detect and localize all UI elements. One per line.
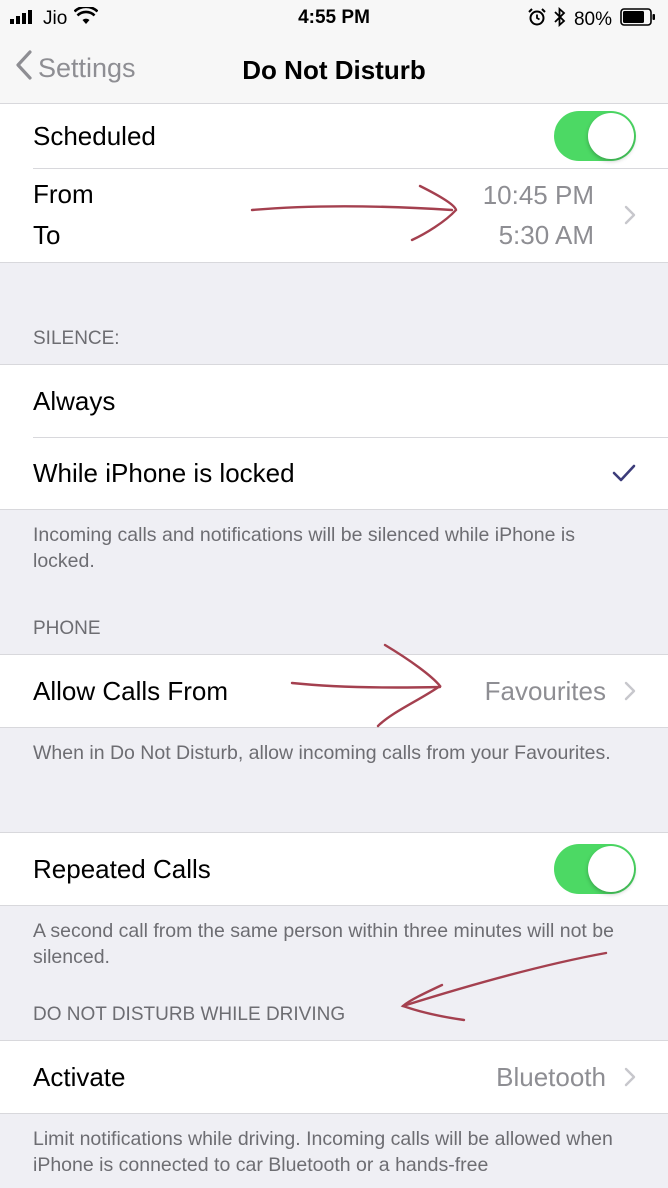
- silence-header: SILENCE:: [33, 328, 120, 349]
- battery-icon: [620, 8, 656, 32]
- chevron-right-icon: [624, 681, 636, 701]
- alarm-icon: [528, 8, 546, 32]
- scheduled-row: Scheduled: [0, 104, 668, 168]
- from-label: From: [33, 179, 94, 209]
- silence-option-always[interactable]: Always: [0, 365, 668, 437]
- schedule-group: Scheduled From To 10:45 PM 5:30 AM: [0, 104, 668, 263]
- to-label: To: [33, 220, 61, 250]
- allow-calls-group: Allow Calls From Favourites: [0, 654, 668, 728]
- toggle-knob: [588, 113, 634, 159]
- scheduled-label: Scheduled: [33, 120, 156, 151]
- from-time: 10:45 PM: [482, 179, 594, 210]
- silence-option-label: While iPhone is locked: [33, 457, 295, 488]
- chevron-right-icon: [624, 205, 636, 225]
- allow-calls-footer: When in Do Not Disturb, allow incoming c…: [33, 742, 611, 764]
- silence-footer: Incoming calls and notifications will be…: [33, 524, 575, 572]
- bluetooth-icon: [554, 6, 566, 33]
- activate-row[interactable]: Activate Bluetooth: [0, 1041, 668, 1113]
- silence-option-label: Always: [33, 385, 116, 416]
- allow-calls-value: Favourites: [484, 675, 606, 706]
- repeated-calls-label: Repeated Calls: [33, 853, 211, 884]
- silence-option-locked[interactable]: While iPhone is locked: [0, 437, 668, 509]
- silence-group: Always While iPhone is locked: [0, 364, 668, 510]
- toggle-knob: [588, 846, 634, 892]
- status-bar: Jio 4:55 PM 80%: [0, 0, 668, 36]
- allow-calls-label: Allow Calls From: [33, 675, 229, 706]
- navigation-bar: Settings Do Not Disturb: [0, 36, 668, 104]
- repeated-calls-footer: A second call from the same person withi…: [33, 920, 614, 968]
- repeated-calls-group: Repeated Calls: [0, 832, 668, 906]
- settings-content: Scheduled From To 10:45 PM 5:30 AM SILEN…: [0, 104, 668, 1178]
- phone-header: PHONE: [33, 618, 101, 639]
- repeated-calls-toggle[interactable]: [554, 844, 636, 894]
- driving-group: Activate Bluetooth: [0, 1040, 668, 1114]
- battery-percent: 80%: [573, 9, 612, 30]
- to-time: 5:30 AM: [498, 219, 594, 250]
- activate-value: Bluetooth: [496, 1061, 606, 1092]
- driving-header: DO NOT DISTURB WHILE DRIVING: [33, 1004, 346, 1025]
- checkmark-icon: [612, 464, 636, 482]
- page-title: Do Not Disturb: [242, 55, 426, 85]
- repeated-calls-row: Repeated Calls: [0, 833, 668, 905]
- activate-label: Activate: [33, 1061, 126, 1092]
- from-to-row[interactable]: From To 10:45 PM 5:30 AM: [0, 168, 668, 262]
- allow-calls-row[interactable]: Allow Calls From Favourites: [0, 655, 668, 727]
- scheduled-toggle[interactable]: [554, 111, 636, 161]
- chevron-right-icon: [624, 1067, 636, 1087]
- driving-footer: Limit notifications while driving. Incom…: [33, 1128, 613, 1176]
